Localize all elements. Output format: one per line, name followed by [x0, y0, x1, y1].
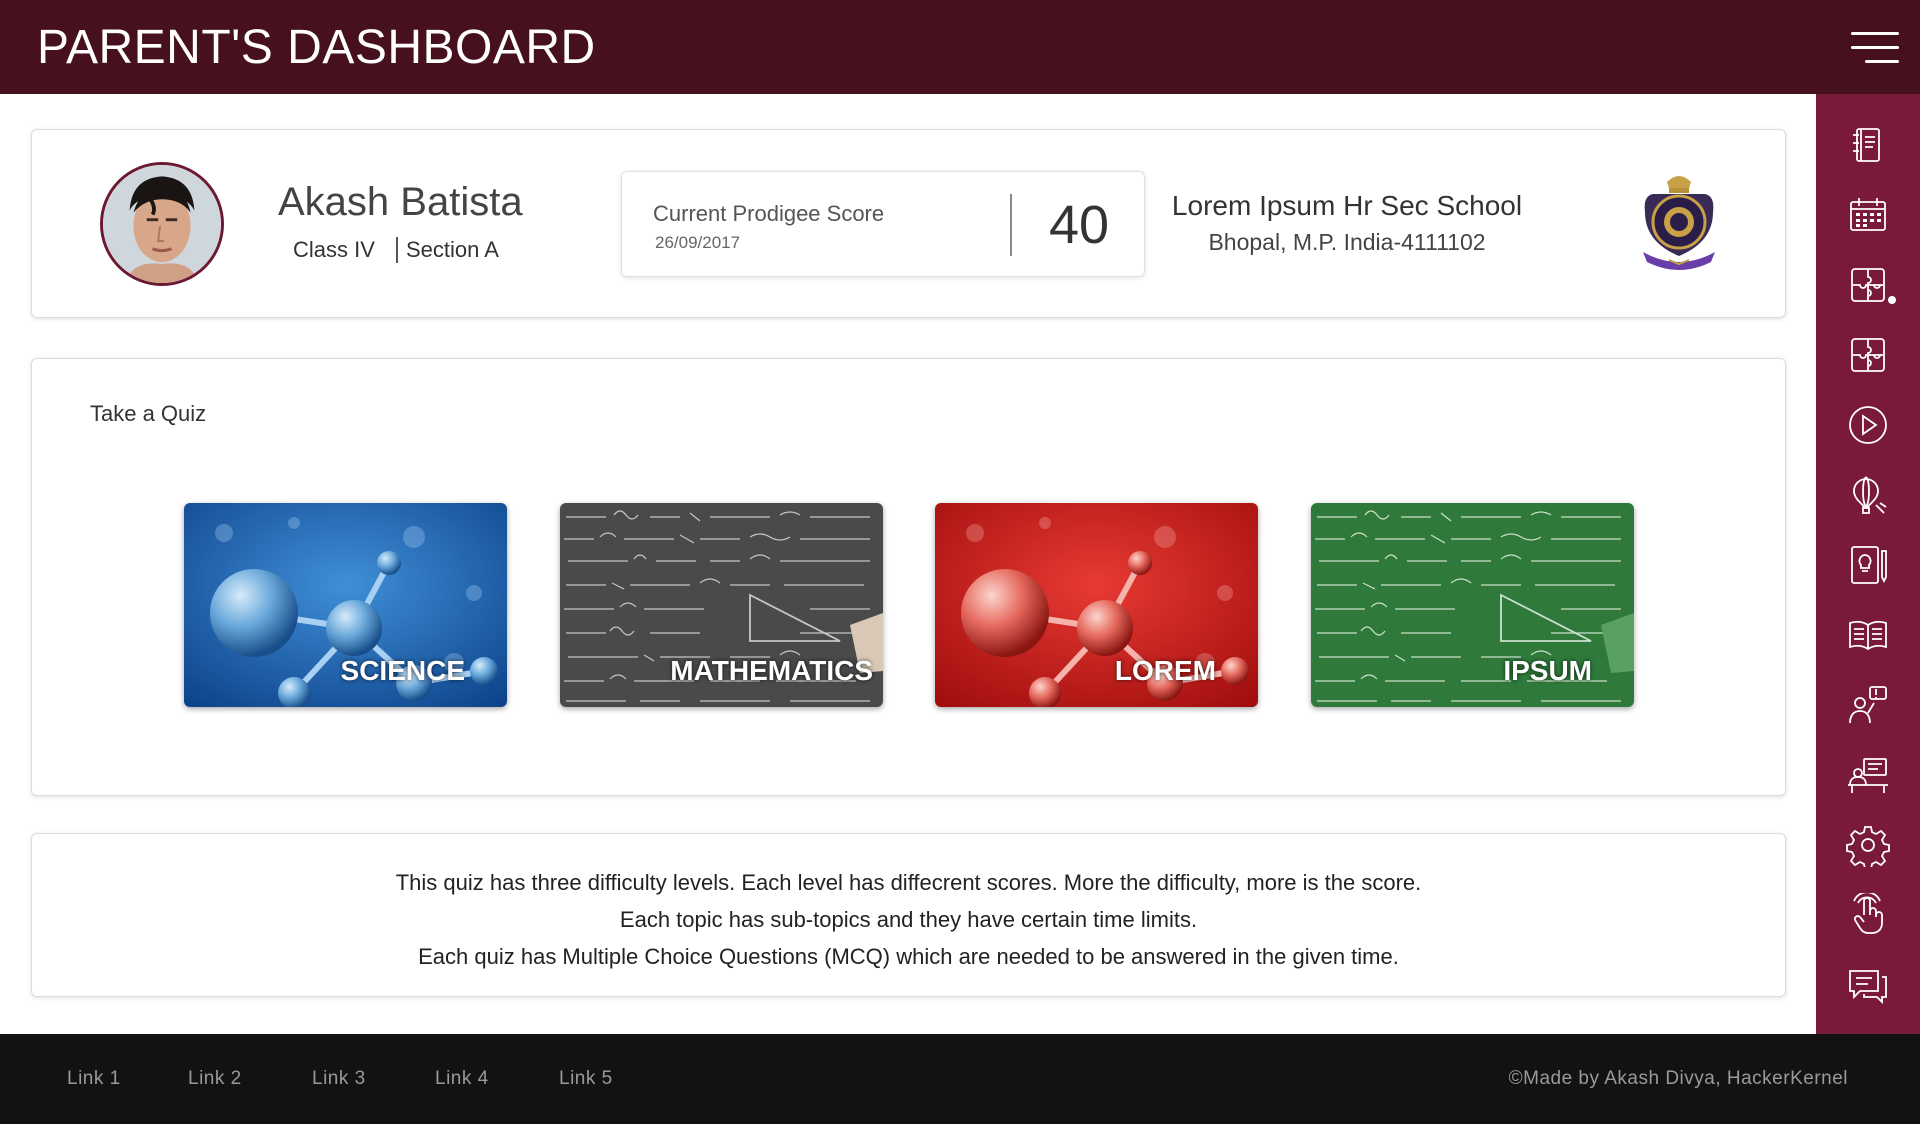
footer-link-2[interactable]: Link 2: [188, 1068, 242, 1090]
take-quiz-card: Take a Quiz SCIENCE MATHEMATICS LOREM IP…: [31, 358, 1786, 796]
copyright-text: ©Made by Akash Divya, HackerKernel: [1508, 1068, 1848, 1089]
school-address: Bhopal, M.P. India-4111102: [1208, 229, 1486, 255]
quiz-tile-label: SCIENCE: [340, 655, 465, 686]
active-indicator-dot: [1888, 296, 1896, 304]
footer: Link 1 Link 2 Link 3 Link 4 Link 5 ©Made…: [0, 1034, 1920, 1124]
info-text-line: Each quiz has Multiple Choice Questions …: [418, 944, 1399, 969]
prodigee-score-box: Current Prodigee Score 26/09/2017 40: [621, 171, 1145, 277]
open-book-icon[interactable]: [1816, 600, 1920, 670]
quiz-tile-science[interactable]: SCIENCE: [184, 503, 507, 707]
calendar-icon[interactable]: [1816, 180, 1920, 250]
score-date: 26/09/2017: [655, 233, 741, 252]
score-label: Current Prodigee Score: [653, 201, 885, 226]
student-avatar: [100, 162, 224, 286]
puzzle-icon[interactable]: [1816, 250, 1920, 320]
school-emblem-icon: [1643, 176, 1715, 270]
student-profile-card: Akash Batista Class IV Section A Current…: [31, 129, 1786, 318]
quiz-info-card: This quiz has three difficulty levels. E…: [31, 833, 1786, 997]
quiz-tile-ipsum[interactable]: IPSUM: [1311, 503, 1634, 707]
notebook-icon[interactable]: [1816, 110, 1920, 180]
quiz-heading: Take a Quiz: [90, 401, 207, 426]
quiz-tile-label: MATHEMATICS: [670, 655, 873, 686]
student-class: Class IV: [293, 237, 375, 262]
puzzle-icon[interactable]: [1816, 320, 1920, 390]
top-header: PARENT'S DASHBOARD: [0, 0, 1920, 94]
touch-hand-icon[interactable]: [1816, 880, 1920, 950]
gear-icon[interactable]: [1816, 810, 1920, 880]
sidebar-nav: [1816, 94, 1920, 1080]
footer-link-5[interactable]: Link 5: [559, 1068, 613, 1090]
quiz-tile-mathematics[interactable]: MATHEMATICS: [560, 503, 883, 707]
play-icon[interactable]: [1816, 390, 1920, 460]
page-title: PARENT'S DASHBOARD: [37, 20, 596, 74]
quiz-tile-label: IPSUM: [1503, 655, 1592, 686]
teacher-desk-icon[interactable]: [1816, 740, 1920, 810]
footer-link-1[interactable]: Link 1: [67, 1068, 121, 1090]
footer-link-4[interactable]: Link 4: [435, 1068, 489, 1090]
idea-book-icon[interactable]: [1816, 530, 1920, 600]
school-name: Lorem Ipsum Hr Sec School: [1171, 190, 1523, 221]
hot-air-balloon-icon[interactable]: [1816, 460, 1920, 530]
student-section: Section A: [396, 237, 499, 263]
hamburger-menu-icon[interactable]: [1849, 32, 1899, 64]
info-text-line: Each topic has sub-topics and they have …: [619, 907, 1198, 932]
student-name: Akash Batista: [278, 180, 523, 224]
info-text-line: This quiz has three difficulty levels. E…: [395, 870, 1422, 895]
quiz-tile-lorem[interactable]: LOREM: [935, 503, 1258, 707]
score-value: 40: [1048, 195, 1110, 255]
score-divider: [1010, 194, 1012, 256]
footer-link-3[interactable]: Link 3: [312, 1068, 366, 1090]
chat-icon[interactable]: [1816, 950, 1920, 1020]
teacher-question-icon[interactable]: [1816, 670, 1920, 740]
quiz-tile-label: LOREM: [1114, 655, 1216, 686]
